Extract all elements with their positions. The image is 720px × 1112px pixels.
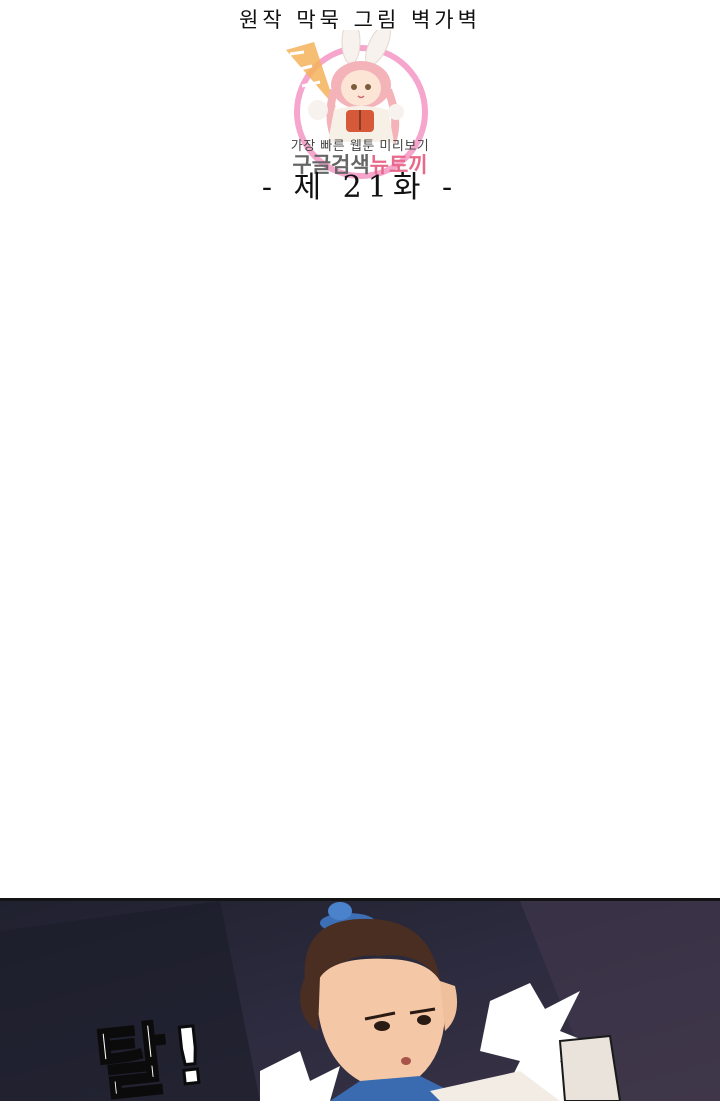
episode-title: - 제 21화 - xyxy=(261,170,459,205)
sound-effect-text: 탈! xyxy=(90,1009,217,1112)
